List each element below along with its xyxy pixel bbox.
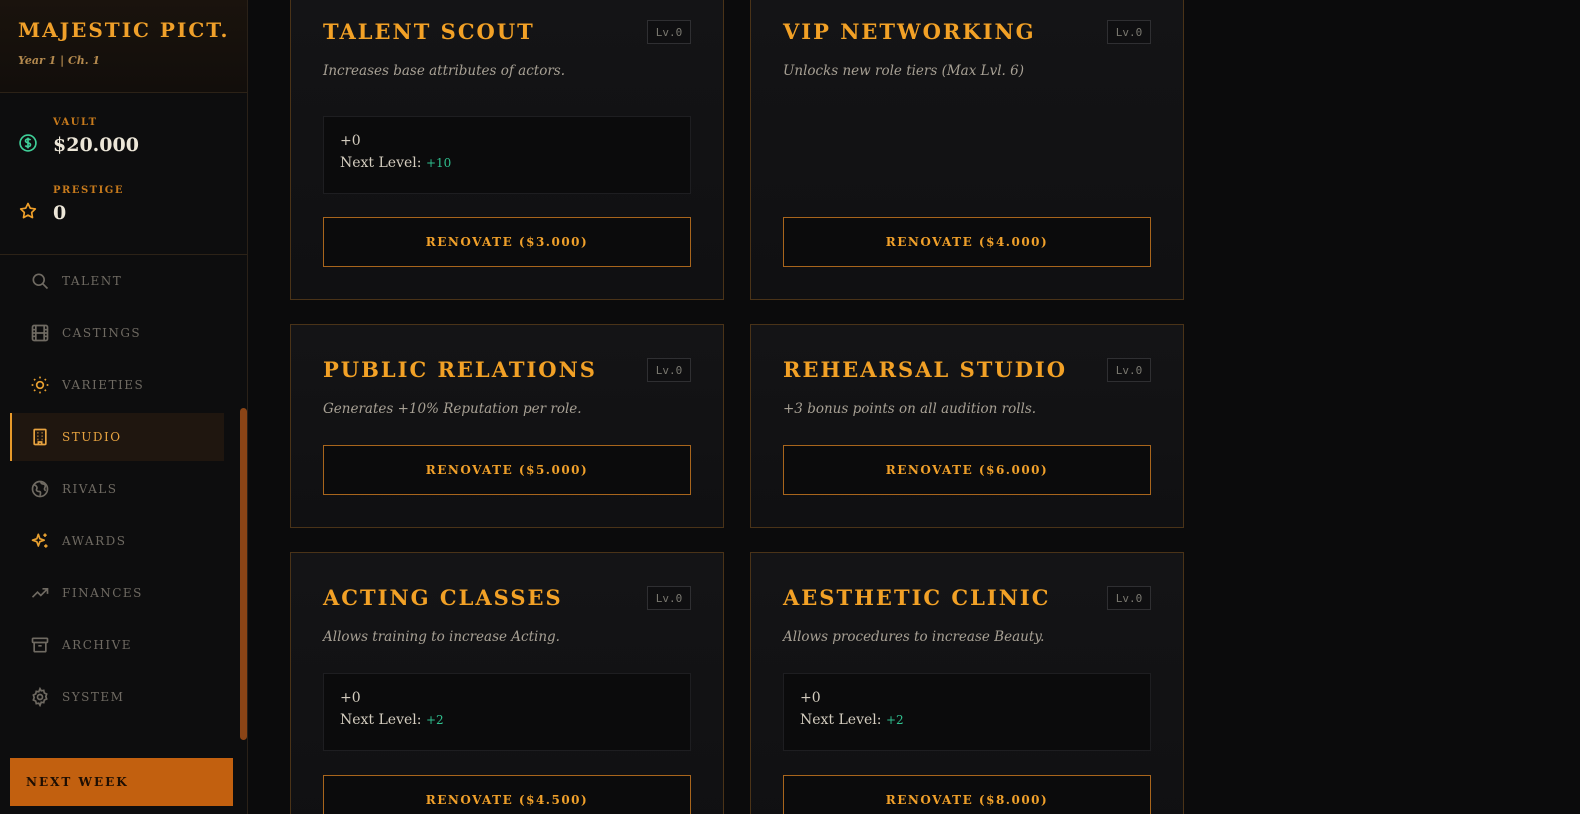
current-bonus: +0 (340, 690, 361, 706)
level-badge: Lv.0 (647, 20, 691, 44)
level-badge: Lv.0 (647, 358, 691, 382)
upgrade-card-public-relations: PUBLIC RELATIONS Lv.0 Generates +10% Rep… (290, 324, 724, 528)
current-bonus: +0 (800, 690, 821, 706)
nav-item-rivals[interactable]: RIVALS (10, 465, 224, 513)
level-badge: Lv.0 (1107, 586, 1151, 610)
trending-up-icon (31, 588, 49, 598)
renovate-button[interactable]: RENOVATE ($3.000) (323, 217, 691, 267)
nav-label: STUDIO (62, 430, 122, 444)
level-badge: Lv.0 (1107, 20, 1151, 44)
brand-header: MAJESTIC PICT... Year 1 | Ch. 1 (0, 0, 247, 93)
card-title: REHEARSAL STUDIO (783, 357, 1068, 382)
bonus-info: +0 Next Level: +10 (323, 116, 691, 194)
nav-item-system[interactable]: SYSTEM (10, 673, 224, 721)
nav-item-studio[interactable]: STUDIO (10, 413, 224, 461)
next-level-value: +10 (425, 156, 452, 170)
prestige-stat: PRESTIGE 0 (0, 185, 247, 251)
next-level-row: Next Level: +2 (340, 712, 674, 728)
next-level-value: +2 (425, 713, 444, 727)
search-icon (32, 273, 49, 290)
upgrade-card-acting-classes: ACTING CLASSES Lv.0 Allows training to i… (290, 552, 724, 814)
renovate-button[interactable]: RENOVATE ($4.000) (783, 217, 1151, 267)
star-icon (19, 202, 37, 219)
bonus-info: +0 Next Level: +2 (783, 673, 1151, 751)
next-level-label: Next Level: (800, 712, 882, 728)
nav-item-varieties[interactable]: VARIETIES (10, 361, 224, 409)
building-icon (33, 428, 47, 446)
vault-label: VAULT (53, 117, 98, 128)
gear-icon (32, 687, 48, 707)
nav-label: FINANCES (62, 586, 143, 600)
level-badge: Lv.0 (647, 586, 691, 610)
renovate-button[interactable]: RENOVATE ($6.000) (783, 445, 1151, 495)
card-title: AESTHETIC CLINIC (783, 585, 1051, 610)
vault-value: $20.000 (53, 134, 139, 156)
card-title: VIP NETWORKING (783, 19, 1036, 44)
card-title: ACTING CLASSES (323, 585, 563, 610)
vault-stat: VAULT $20.000 (0, 117, 247, 183)
nav-label: AWARDS (62, 534, 127, 548)
card-description: Allows training to increase Acting. (323, 629, 560, 645)
card-description: Unlocks new role tiers (Max Lvl. 6) (783, 63, 1024, 79)
next-level-label: Next Level: (340, 712, 422, 728)
nav-label: RIVALS (62, 482, 118, 496)
sun-icon (31, 376, 49, 394)
nav-label: CASTINGS (62, 326, 142, 340)
upgrade-card-vip-networking: VIP NETWORKING Lv.0 Unlocks new role tie… (750, 0, 1184, 300)
card-description: Generates +10% Reputation per role. (323, 401, 582, 417)
next-level-label: Next Level: (340, 155, 422, 171)
prestige-label: PRESTIGE (53, 185, 124, 196)
nav-item-talent[interactable]: TALENT (10, 257, 224, 305)
card-title: PUBLIC RELATIONS (323, 357, 597, 382)
main-nav: TALENT CASTINGS VARIETIES STUDIO RIVALS … (0, 257, 238, 725)
sidebar: MAJESTIC PICT... Year 1 | Ch. 1 VAULT $2… (0, 0, 248, 814)
card-description: Increases base attributes of actors. (323, 63, 566, 79)
renovate-button[interactable]: RENOVATE ($4.500) (323, 775, 691, 814)
game-date: Year 1 | Ch. 1 (18, 54, 101, 67)
prestige-value: 0 (53, 202, 67, 224)
sidebar-scrollbar[interactable] (240, 408, 247, 740)
renovate-button[interactable]: RENOVATE ($8.000) (783, 775, 1151, 814)
nav-label: TALENT (62, 274, 123, 288)
globe-icon (31, 480, 49, 498)
card-description: +3 bonus points on all audition rolls. (783, 401, 1037, 417)
sparkles-icon (31, 533, 48, 548)
upgrade-card-aesthetic-clinic: AESTHETIC CLINIC Lv.0 Allows procedures … (750, 552, 1184, 814)
nav-item-awards[interactable]: AWARDS (10, 517, 224, 565)
film-icon (31, 324, 49, 342)
stats-panel: VAULT $20.000 PRESTIGE 0 (0, 93, 247, 255)
nav-label: VARIETIES (62, 378, 145, 392)
nav-label: SYSTEM (62, 690, 125, 704)
nav-item-archive[interactable]: ARCHIVE (10, 621, 224, 669)
card-title: TALENT SCOUT (323, 19, 535, 44)
next-level-row: Next Level: +2 (800, 712, 1134, 728)
card-description: Allows procedures to increase Beauty. (783, 629, 1045, 645)
nav-item-finances[interactable]: FINANCES (10, 569, 224, 617)
next-week-button[interactable]: NEXT WEEK (10, 758, 233, 806)
upgrade-card-rehearsal-studio: REHEARSAL STUDIO Lv.0 +3 bonus points on… (750, 324, 1184, 528)
level-badge: Lv.0 (1107, 358, 1151, 382)
nav-item-castings[interactable]: CASTINGS (10, 309, 224, 357)
dollar-icon (19, 134, 37, 152)
renovate-button[interactable]: RENOVATE ($5.000) (323, 445, 691, 495)
bonus-info: +0 Next Level: +2 (323, 673, 691, 751)
upgrade-card-talent-scout: TALENT SCOUT Lv.0 Increases base attribu… (290, 0, 724, 300)
current-bonus: +0 (340, 133, 361, 149)
nav-label: ARCHIVE (62, 638, 133, 652)
studio-name: MAJESTIC PICT... (18, 18, 229, 42)
archive-icon (31, 637, 49, 653)
next-level-value: +2 (885, 713, 904, 727)
next-level-row: Next Level: +10 (340, 155, 674, 171)
